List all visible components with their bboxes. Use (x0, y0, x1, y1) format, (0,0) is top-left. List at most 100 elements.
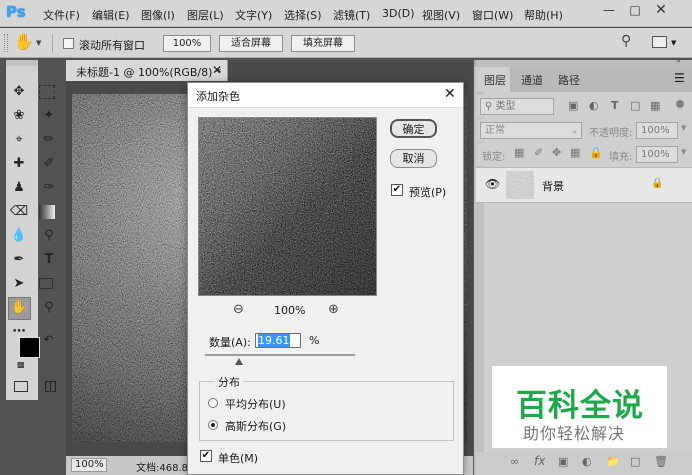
minimize-icon[interactable]: — (600, 2, 618, 18)
lock-transparent-icon[interactable]: ▦ (514, 146, 524, 159)
cancel-button[interactable]: 取消 (390, 149, 437, 168)
brush-tool-icon[interactable]: ✐ (39, 154, 59, 174)
tool-preset-chevron-icon[interactable]: ▼ (36, 39, 41, 47)
tab-channels[interactable]: 通道 (521, 72, 543, 88)
gaussian-radio[interactable] (208, 420, 218, 430)
ok-button[interactable]: 确定 (390, 119, 437, 138)
zoom-out-icon[interactable]: ⊖ (233, 302, 244, 317)
document-close-icon[interactable]: ✕ (212, 63, 222, 77)
gradient-tool-icon[interactable] (39, 205, 55, 219)
zoom-in-icon[interactable]: ⊕ (328, 302, 339, 317)
monochrome-checkbox[interactable]: ✔ (200, 450, 212, 462)
eraser-tool-icon[interactable]: ⌫ (9, 202, 29, 222)
visibility-eye-icon[interactable]: 👁 (485, 177, 500, 191)
toolbox-header[interactable] (6, 60, 38, 66)
filter-pixel-icon[interactable]: ▣ (568, 99, 578, 112)
filter-adjustment-icon[interactable]: ◐ (589, 99, 599, 112)
menu-view[interactable]: 视图(V) (422, 7, 460, 23)
magic-wand-tool-icon[interactable]: ✦ (39, 106, 59, 126)
hand-tool-active-icon[interactable]: ✋ (8, 297, 31, 320)
dialog-title-bar[interactable]: 添加杂色 ✕ (188, 83, 463, 108)
menu-edit[interactable]: 编辑(E) (92, 7, 130, 23)
noise-preview[interactable] (198, 117, 377, 296)
default-colors-icon[interactable]: ▩ (17, 360, 25, 369)
workspace-icon[interactable] (652, 36, 667, 48)
menu-3d[interactable]: 3D(D) (382, 7, 415, 20)
new-layer-icon[interactable]: □ (630, 455, 640, 468)
add-mask-icon[interactable]: ▣ (558, 455, 568, 468)
menu-help[interactable]: 帮助(H) (524, 7, 563, 23)
pen-tool-icon[interactable]: ✒ (9, 250, 29, 270)
uniform-radio[interactable] (208, 398, 218, 408)
panel-header[interactable]: » (476, 56, 692, 67)
fit-screen-button[interactable]: 适合屏幕 (219, 35, 283, 52)
uniform-label: 平均分布(U) (225, 398, 286, 411)
menu-select[interactable]: 选择(S) (284, 7, 322, 23)
menu-file[interactable]: 文件(F) (43, 7, 80, 23)
lock-artboard-icon[interactable]: ▦ (570, 146, 580, 159)
filter-toggle-icon[interactable] (676, 100, 684, 108)
amount-slider-thumb[interactable] (235, 358, 243, 365)
move-tool-icon[interactable]: ✥ (9, 82, 29, 102)
adjustment-layer-icon[interactable]: ◐ (582, 455, 592, 468)
quick-mask-icon[interactable] (14, 381, 28, 392)
menu-filter[interactable]: 滤镜(T) (333, 7, 370, 23)
crop-tool-icon[interactable]: ⌖ (9, 130, 29, 150)
close-icon[interactable]: ✕ (652, 2, 670, 18)
zoom-100-button[interactable]: 100% (163, 35, 211, 52)
layer-row[interactable]: 👁 背景 🔒 (476, 167, 692, 203)
grip-handle[interactable] (4, 34, 8, 52)
clone-stamp-tool-icon[interactable]: ♟ (9, 178, 29, 198)
lock-position-icon[interactable]: ✥ (552, 146, 561, 159)
amount-input[interactable]: 19.61 (255, 333, 301, 348)
healing-brush-tool-icon[interactable]: ✚ (9, 154, 29, 174)
screen-mode-icon[interactable]: ◫ (44, 378, 57, 394)
marquee-tool-icon[interactable] (39, 85, 55, 99)
new-group-icon[interactable]: 📁 (606, 455, 620, 468)
maximize-icon[interactable]: □ (626, 2, 644, 18)
menu-window[interactable]: 窗口(W) (472, 7, 513, 23)
menu-layer[interactable]: 图层(L) (187, 7, 224, 23)
document-tab[interactable]: 未标题-1 @ 100%(RGB/8) * ✕ (66, 60, 228, 81)
fill-chevron-icon[interactable]: ▼ (681, 148, 686, 156)
zoom-tool-icon[interactable]: ⚲ (39, 298, 59, 318)
layer-kind-filter[interactable]: ⚲ 类型 (480, 98, 554, 115)
tab-paths[interactable]: 路径 (558, 72, 580, 88)
status-zoom-field[interactable]: 100% (71, 458, 107, 472)
scroll-all-checkbox[interactable] (63, 38, 74, 49)
eyedropper-tool-icon[interactable]: ✏ (39, 130, 59, 150)
dodge-tool-icon[interactable]: ⚲ (39, 226, 59, 246)
preview-checkbox[interactable]: ✔ (391, 184, 403, 196)
foreground-color-swatch[interactable] (19, 337, 40, 358)
search-icon[interactable]: ⚲ (621, 33, 631, 49)
path-selection-tool-icon[interactable]: ➤ (9, 274, 29, 294)
opacity-chevron-icon[interactable]: ▼ (681, 124, 686, 132)
filter-shape-icon[interactable]: □ (630, 99, 640, 112)
link-layers-icon[interactable]: ∞ (510, 455, 519, 468)
blend-mode-select[interactable]: 正常 ⌄ (480, 122, 582, 139)
type-tool-icon[interactable]: T (39, 250, 59, 270)
panel-menu-icon[interactable]: ☰ (674, 71, 685, 85)
blur-tool-icon[interactable]: 💧 (9, 226, 29, 246)
swap-colors-icon[interactable]: ↶ (44, 333, 53, 346)
filter-smart-object-icon[interactable]: ▦ (650, 99, 660, 112)
rectangle-tool-icon[interactable] (39, 278, 53, 289)
opacity-field[interactable]: 100% (636, 122, 678, 139)
fill-field[interactable]: 100% (636, 146, 678, 163)
dialog-close-icon[interactable]: ✕ (444, 86, 456, 102)
menu-image[interactable]: 图像(I) (141, 7, 175, 23)
collapse-panel-icon[interactable]: » (676, 56, 681, 65)
menu-type[interactable]: 文字(Y) (235, 7, 272, 23)
lock-image-icon[interactable]: ✐ (534, 146, 543, 159)
layer-style-icon[interactable]: fx (534, 454, 545, 468)
amount-slider-track[interactable] (205, 354, 355, 356)
filter-type-icon[interactable]: T (611, 99, 619, 112)
lock-all-icon[interactable]: 🔒 (589, 146, 603, 159)
fill-screen-button[interactable]: 填充屏幕 (291, 35, 355, 52)
delete-layer-icon[interactable]: 🗑 (654, 455, 668, 468)
lasso-tool-icon[interactable]: ❀ (9, 106, 29, 126)
workspace-chevron-icon[interactable]: ▼ (671, 39, 676, 47)
history-brush-tool-icon[interactable]: ✑ (39, 178, 59, 198)
tab-layers[interactable]: 图层 (484, 72, 506, 88)
hand-tool-icon[interactable]: ✋ (14, 32, 34, 51)
